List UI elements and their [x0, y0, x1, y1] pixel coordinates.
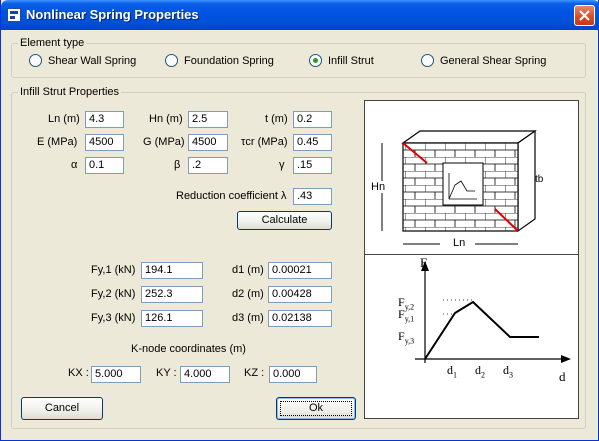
calculate-label: Calculate [261, 214, 308, 226]
d1-tick-label: d1 [447, 363, 457, 380]
infill-strut-legend: Infill Strut Properties [18, 86, 122, 98]
radio-shear-wall-spring[interactable]: Shear Wall Spring [29, 54, 136, 67]
d2-tick-label: d2 [475, 363, 485, 380]
diagram-ln-label: Ln [453, 237, 466, 249]
ln-input[interactable]: 4.3 [85, 111, 124, 128]
radio-label: Infill Strut [328, 54, 374, 67]
reduction-label: Reduction coefficient λ [176, 190, 287, 202]
dialog-window: Nonlinear Spring Properties Element type… [0, 0, 599, 441]
fy3-tick-label: Fy,3 [398, 329, 415, 346]
d2-input[interactable]: 0.00428 [268, 286, 332, 303]
fy3-input[interactable]: 126.1 [141, 310, 203, 327]
radio-infill-strut[interactable]: Infill Strut [309, 54, 374, 67]
g-label: G (MPa) [143, 136, 185, 148]
radio-foundation-spring[interactable]: Foundation Spring [165, 54, 274, 67]
ln-label: Ln (m) [48, 113, 80, 125]
gamma-input[interactable]: .15 [293, 157, 332, 174]
force-displacement-diagram: F d Fy,2 Fy,1 Fy,3 d1 d2 d3 [364, 254, 579, 419]
radio-label: Foundation Spring [184, 54, 274, 67]
alpha-input[interactable]: 0.1 [85, 157, 124, 174]
axis-f-label: F [420, 255, 428, 270]
t-label: t (m) [265, 113, 288, 125]
close-icon [579, 10, 590, 21]
knode-title: K-node coordinates (m) [131, 343, 246, 355]
window-title: Nonlinear Spring Properties [26, 7, 199, 22]
app-icon [7, 8, 21, 22]
ky-label: KY : [156, 367, 177, 379]
title-bar[interactable]: Nonlinear Spring Properties [1, 0, 599, 30]
d3-input[interactable]: 0.02138 [268, 310, 332, 327]
ok-button[interactable]: Ok [276, 397, 356, 420]
radio-button-selected[interactable] [309, 54, 322, 67]
cancel-button[interactable]: Cancel [21, 397, 103, 420]
hn-input[interactable]: 2.5 [188, 111, 228, 128]
diagram-tb-label: tb [535, 174, 544, 185]
d1-input[interactable]: 0.00021 [268, 262, 332, 279]
hn-label: Hn (m) [149, 113, 183, 125]
t-input[interactable]: 0.2 [293, 111, 332, 128]
d1-label: d1 (m) [232, 264, 264, 276]
infill-wall-diagram: Hn Ln tb [364, 100, 579, 255]
cancel-label: Cancel [44, 402, 80, 414]
axis-d-label: d [559, 369, 566, 384]
kx-label: KX : [68, 367, 89, 379]
radio-button[interactable] [421, 54, 434, 67]
tcr-label: τcr (MPa) [241, 136, 288, 148]
force-displacement-plot [415, 261, 571, 363]
fy3-label: Fy,3 (kN) [91, 312, 136, 324]
diagram-hn-label: Hn [371, 181, 386, 193]
g-input[interactable]: 4500 [188, 134, 228, 151]
e-label: E (MPa) [37, 136, 78, 148]
kx-input[interactable]: 5.000 [91, 366, 141, 383]
fy1-tick-label: Fy,1 [398, 307, 415, 324]
fy1-input[interactable]: 194.1 [141, 262, 203, 279]
fy2-label: Fy,2 (kN) [91, 288, 136, 300]
calculate-button[interactable]: Calculate [237, 211, 332, 230]
d3-label: d3 (m) [232, 312, 264, 324]
close-button[interactable] [574, 5, 595, 26]
e-input[interactable]: 4500 [85, 134, 124, 151]
fy2-input[interactable]: 252.3 [141, 286, 203, 303]
beta-label: β [174, 159, 181, 171]
kz-label: KZ : [244, 367, 265, 379]
fy1-label: Fy,1 (kN) [91, 264, 136, 276]
radio-label: Shear Wall Spring [48, 54, 137, 67]
infill-wall-drawing [381, 129, 537, 245]
radio-general-shear-spring[interactable]: General Shear Spring [421, 54, 546, 67]
d2-label: d2 (m) [232, 288, 264, 300]
d3-tick-label: d3 [503, 363, 513, 380]
tcr-input[interactable]: 0.45 [293, 134, 332, 151]
ky-input[interactable]: 4.000 [180, 366, 230, 383]
kz-input[interactable]: 0.000 [269, 366, 317, 383]
radio-label: General Shear Spring [440, 54, 547, 67]
reduction-input[interactable]: .43 [293, 188, 332, 205]
radio-button[interactable] [29, 54, 42, 67]
beta-input[interactable]: .2 [188, 157, 228, 174]
gamma-label: γ [279, 159, 285, 171]
element-type-legend: Element type [18, 37, 87, 49]
radio-button[interactable] [165, 54, 178, 67]
alpha-label: α [71, 159, 78, 171]
focus-rect [280, 401, 352, 416]
